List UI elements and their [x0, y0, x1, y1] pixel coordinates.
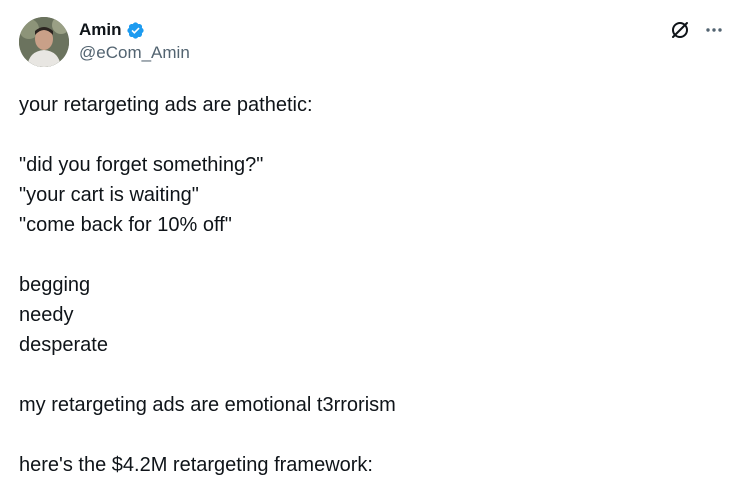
- post-line: "come back for 10% off": [19, 214, 232, 236]
- post-text: your retargeting ads are pathetic: "did …: [19, 90, 719, 480]
- tweet-card: Amin @eCom_Amin your retargeting ads are…: [0, 0, 745, 490]
- post-line: "your cart is waiting": [19, 184, 199, 206]
- post-line: your retargeting ads are pathetic:: [19, 94, 313, 116]
- post-line: begging: [19, 274, 91, 296]
- avatar-image: [19, 17, 69, 67]
- post-line: my retargeting ads are emotional t3rrori…: [19, 394, 396, 416]
- post-line: "did you forget something?": [19, 154, 264, 176]
- author-name-row: Amin: [79, 19, 145, 41]
- post-line: desperate: [19, 334, 108, 356]
- post-line-blank: [19, 120, 719, 150]
- post-line: here's the $4.2M retargeting framework:: [19, 454, 373, 476]
- post-line-blank: [19, 420, 719, 450]
- grok-icon[interactable]: [670, 20, 690, 40]
- author-handle[interactable]: @eCom_Amin: [79, 43, 190, 63]
- post-line-blank: [19, 360, 719, 390]
- post-line: needy: [19, 304, 74, 326]
- author-name[interactable]: Amin: [79, 20, 122, 40]
- top-actions: [670, 20, 724, 40]
- post-line-blank: [19, 240, 719, 270]
- verified-badge-icon: [126, 21, 145, 40]
- more-options-icon[interactable]: [704, 20, 724, 40]
- avatar[interactable]: [19, 17, 69, 67]
